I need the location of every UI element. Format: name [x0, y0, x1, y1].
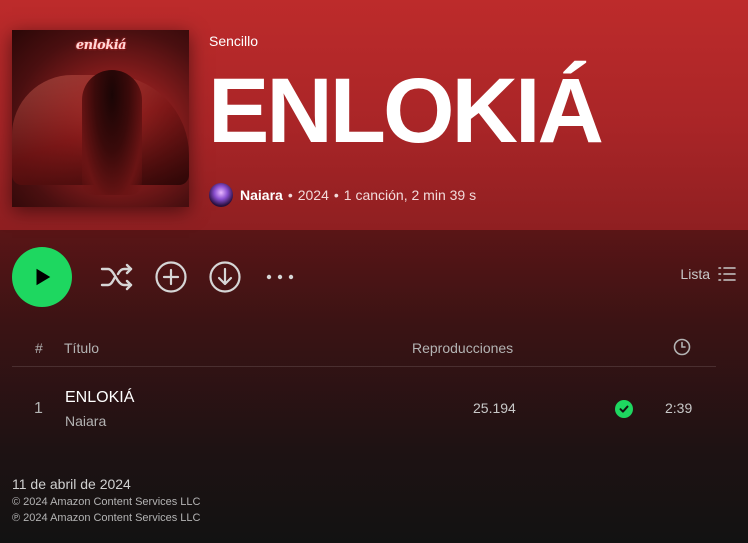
track-title[interactable]: ENLOKIÁ	[65, 389, 134, 407]
shuffle-button[interactable]	[99, 259, 135, 295]
add-to-library-button[interactable]	[153, 259, 189, 295]
release-year: 2024	[297, 187, 329, 203]
release-date: 11 de abril de 2024	[12, 476, 131, 492]
artist-link[interactable]: Naiara	[240, 187, 283, 203]
meta-separator: •	[287, 187, 293, 203]
album-summary: 1 canción, 2 min 39 s	[343, 187, 477, 203]
phonogram-text: ℗ 2024 Amazon Content Services LLC	[12, 512, 201, 524]
view-toggle[interactable]: Lista	[680, 266, 736, 282]
track-number: 1	[34, 400, 43, 417]
tracklist-divider	[12, 366, 716, 367]
downloaded-check-icon	[615, 400, 633, 418]
view-toggle-label: Lista	[680, 266, 710, 282]
more-options-icon	[266, 274, 294, 280]
column-title: Título	[64, 340, 100, 356]
meta-separator: •	[333, 187, 339, 203]
play-icon	[36, 268, 51, 286]
table-row[interactable]: 1 ENLOKIÁ Naiara 25.194 2:39	[12, 380, 716, 440]
download-button[interactable]	[207, 259, 243, 295]
track-plays: 25.194	[473, 400, 516, 416]
shuffle-icon	[100, 263, 133, 291]
more-options-button[interactable]	[262, 259, 298, 295]
list-view-icon	[718, 267, 736, 281]
play-button[interactable]	[12, 247, 72, 307]
page-title: ENLOKIÁ	[208, 60, 604, 162]
track-duration: 2:39	[665, 400, 693, 416]
cover-logo: enlokiá	[75, 38, 127, 53]
column-number: #	[35, 340, 43, 356]
cover-figure-shape	[82, 70, 142, 195]
download-icon	[209, 261, 241, 293]
track-artist[interactable]: Naiara	[65, 413, 106, 429]
artist-avatar[interactable]	[209, 183, 233, 207]
clock-icon	[673, 338, 691, 356]
add-circle-icon	[155, 261, 187, 293]
album-meta: Naiara • 2024 • 1 canción, 2 min 39 s	[209, 181, 476, 209]
album-cover: enlokiá	[12, 30, 189, 207]
tracklist-header: # Título Reproducciones	[12, 335, 716, 365]
column-plays: Reproducciones	[412, 340, 514, 356]
release-type: Sencillo	[209, 33, 259, 49]
copyright-text: © 2024 Amazon Content Services LLC	[12, 496, 201, 508]
album-page: enlokiá Sencillo ENLOKIÁ Naiara • 2024 •…	[0, 0, 748, 543]
